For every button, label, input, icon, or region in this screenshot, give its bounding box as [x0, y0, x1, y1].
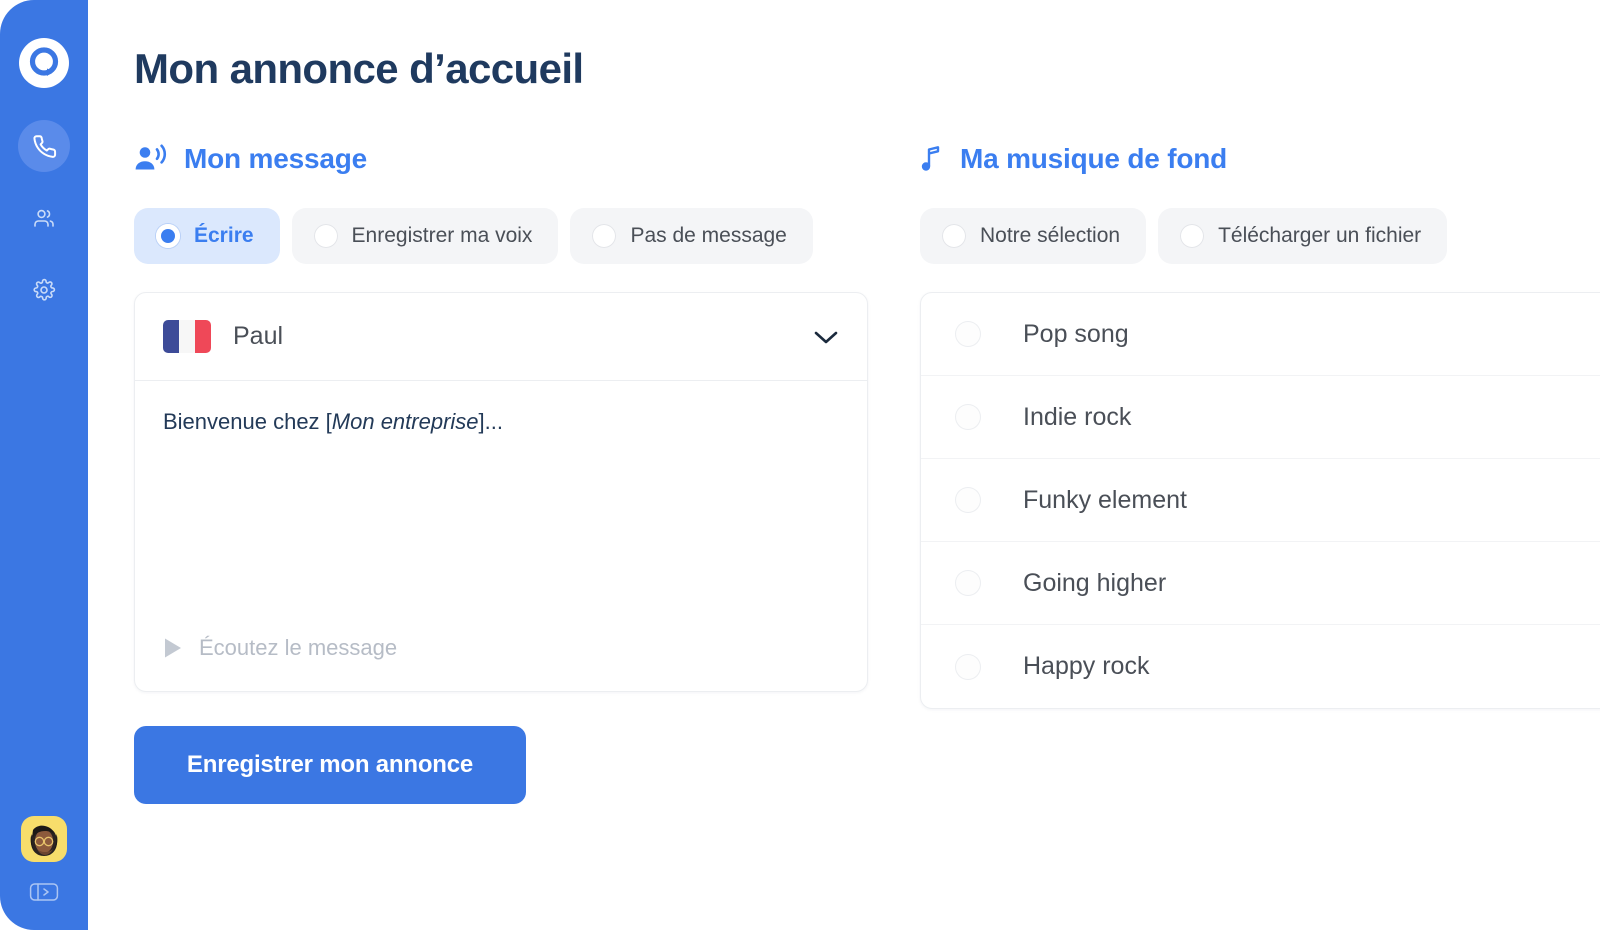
music-track-row[interactable]: Going higher	[921, 542, 1600, 625]
radio-icon	[955, 404, 981, 430]
users-icon	[32, 206, 56, 230]
person-speaking-icon	[134, 144, 168, 174]
sidebar-item-calls[interactable]	[18, 120, 70, 172]
voice-name: Paul	[233, 322, 283, 351]
message-mode-option-ecrire[interactable]: Écrire	[134, 208, 280, 264]
music-mode-option-upload[interactable]: Télécharger un fichier	[1158, 208, 1447, 264]
message-mode-radio-group: Écrire Enregistrer ma voix Pas de messag…	[134, 208, 868, 264]
radio-icon	[942, 224, 966, 248]
message-mode-option-label: Écrire	[194, 224, 254, 248]
logo-icon	[27, 46, 61, 80]
music-track-label: Going higher	[1023, 569, 1166, 598]
page-title: Mon annonce d’accueil	[134, 46, 1600, 92]
message-text-prefix: Bienvenue chez [	[163, 409, 332, 434]
sidebar-footer	[21, 816, 67, 904]
radio-icon	[314, 224, 338, 248]
app-logo[interactable]	[19, 38, 69, 88]
message-card: Paul Bienvenue chez [Mon entreprise]...	[134, 292, 868, 692]
message-mode-option-record[interactable]: Enregistrer ma voix	[292, 208, 559, 264]
avatar-image	[23, 820, 65, 862]
play-message-label: Écoutez le message	[199, 635, 397, 661]
collapse-panel-icon[interactable]	[27, 880, 61, 904]
gear-icon	[32, 278, 56, 302]
music-note-icon	[920, 144, 944, 174]
music-mode-option-label: Télécharger un fichier	[1218, 224, 1421, 248]
music-section-title: Ma musique de fond	[960, 143, 1227, 175]
radio-icon	[1180, 224, 1204, 248]
music-mode-option-selection[interactable]: Notre sélection	[920, 208, 1146, 264]
phone-icon	[30, 132, 58, 160]
sidebar-item-settings[interactable]	[18, 264, 70, 316]
music-track-row[interactable]: Funky element	[921, 459, 1600, 542]
music-track-row[interactable]: Happy rock	[921, 625, 1600, 708]
main-content: Mon annonce d’accueil Mon message	[88, 0, 1600, 930]
play-icon	[163, 637, 183, 659]
music-track-row[interactable]: Indie rock	[921, 376, 1600, 459]
radio-icon	[955, 487, 981, 513]
content-columns: Mon message Écrire Enregistrer ma voix P…	[134, 138, 1600, 804]
message-text: Bienvenue chez [Mon entreprise]...	[163, 407, 839, 438]
music-section-header: Ma musique de fond	[920, 138, 1600, 180]
radio-icon	[955, 321, 981, 347]
message-mode-option-label: Pas de message	[630, 224, 786, 248]
voice-select[interactable]: Paul	[135, 293, 867, 381]
music-track-label: Funky element	[1023, 486, 1187, 515]
message-section: Mon message Écrire Enregistrer ma voix P…	[134, 138, 868, 804]
user-avatar[interactable]	[21, 816, 67, 862]
sidebar-nav	[18, 120, 70, 316]
music-track-label: Indie rock	[1023, 403, 1131, 432]
app-window: Mon annonce d’accueil Mon message	[0, 0, 1600, 930]
music-track-label: Happy rock	[1023, 652, 1149, 681]
music-section: Ma musique de fond Notre sélection Téléc…	[920, 138, 1600, 709]
message-mode-option-label: Enregistrer ma voix	[352, 224, 533, 248]
music-mode-radio-group: Notre sélection Télécharger un fichier	[920, 208, 1600, 264]
music-track-row[interactable]: Pop song	[921, 293, 1600, 376]
chevron-down-icon	[813, 329, 839, 345]
sidebar	[0, 0, 88, 930]
message-text-suffix: ]...	[479, 409, 503, 434]
radio-icon	[955, 570, 981, 596]
message-section-title: Mon message	[184, 143, 367, 175]
collapse-panel-glyph	[29, 881, 59, 903]
message-section-header: Mon message	[134, 138, 868, 180]
radio-icon	[592, 224, 616, 248]
radio-icon	[156, 224, 180, 248]
message-textarea[interactable]: Bienvenue chez [Mon entreprise]... Écout…	[135, 381, 867, 691]
message-text-variable: Mon entreprise	[332, 409, 479, 434]
music-track-label: Pop song	[1023, 320, 1129, 349]
radio-icon	[955, 654, 981, 680]
sidebar-item-contacts[interactable]	[18, 192, 70, 244]
message-mode-option-none[interactable]: Pas de message	[570, 208, 812, 264]
fr-flag-icon	[163, 320, 211, 353]
save-announcement-button[interactable]: Enregistrer mon annonce	[134, 726, 526, 804]
play-message-button[interactable]: Écoutez le message	[163, 635, 397, 661]
music-mode-option-label: Notre sélection	[980, 224, 1120, 248]
music-track-list: Pop song Indie rock Funky element Going …	[920, 292, 1600, 709]
